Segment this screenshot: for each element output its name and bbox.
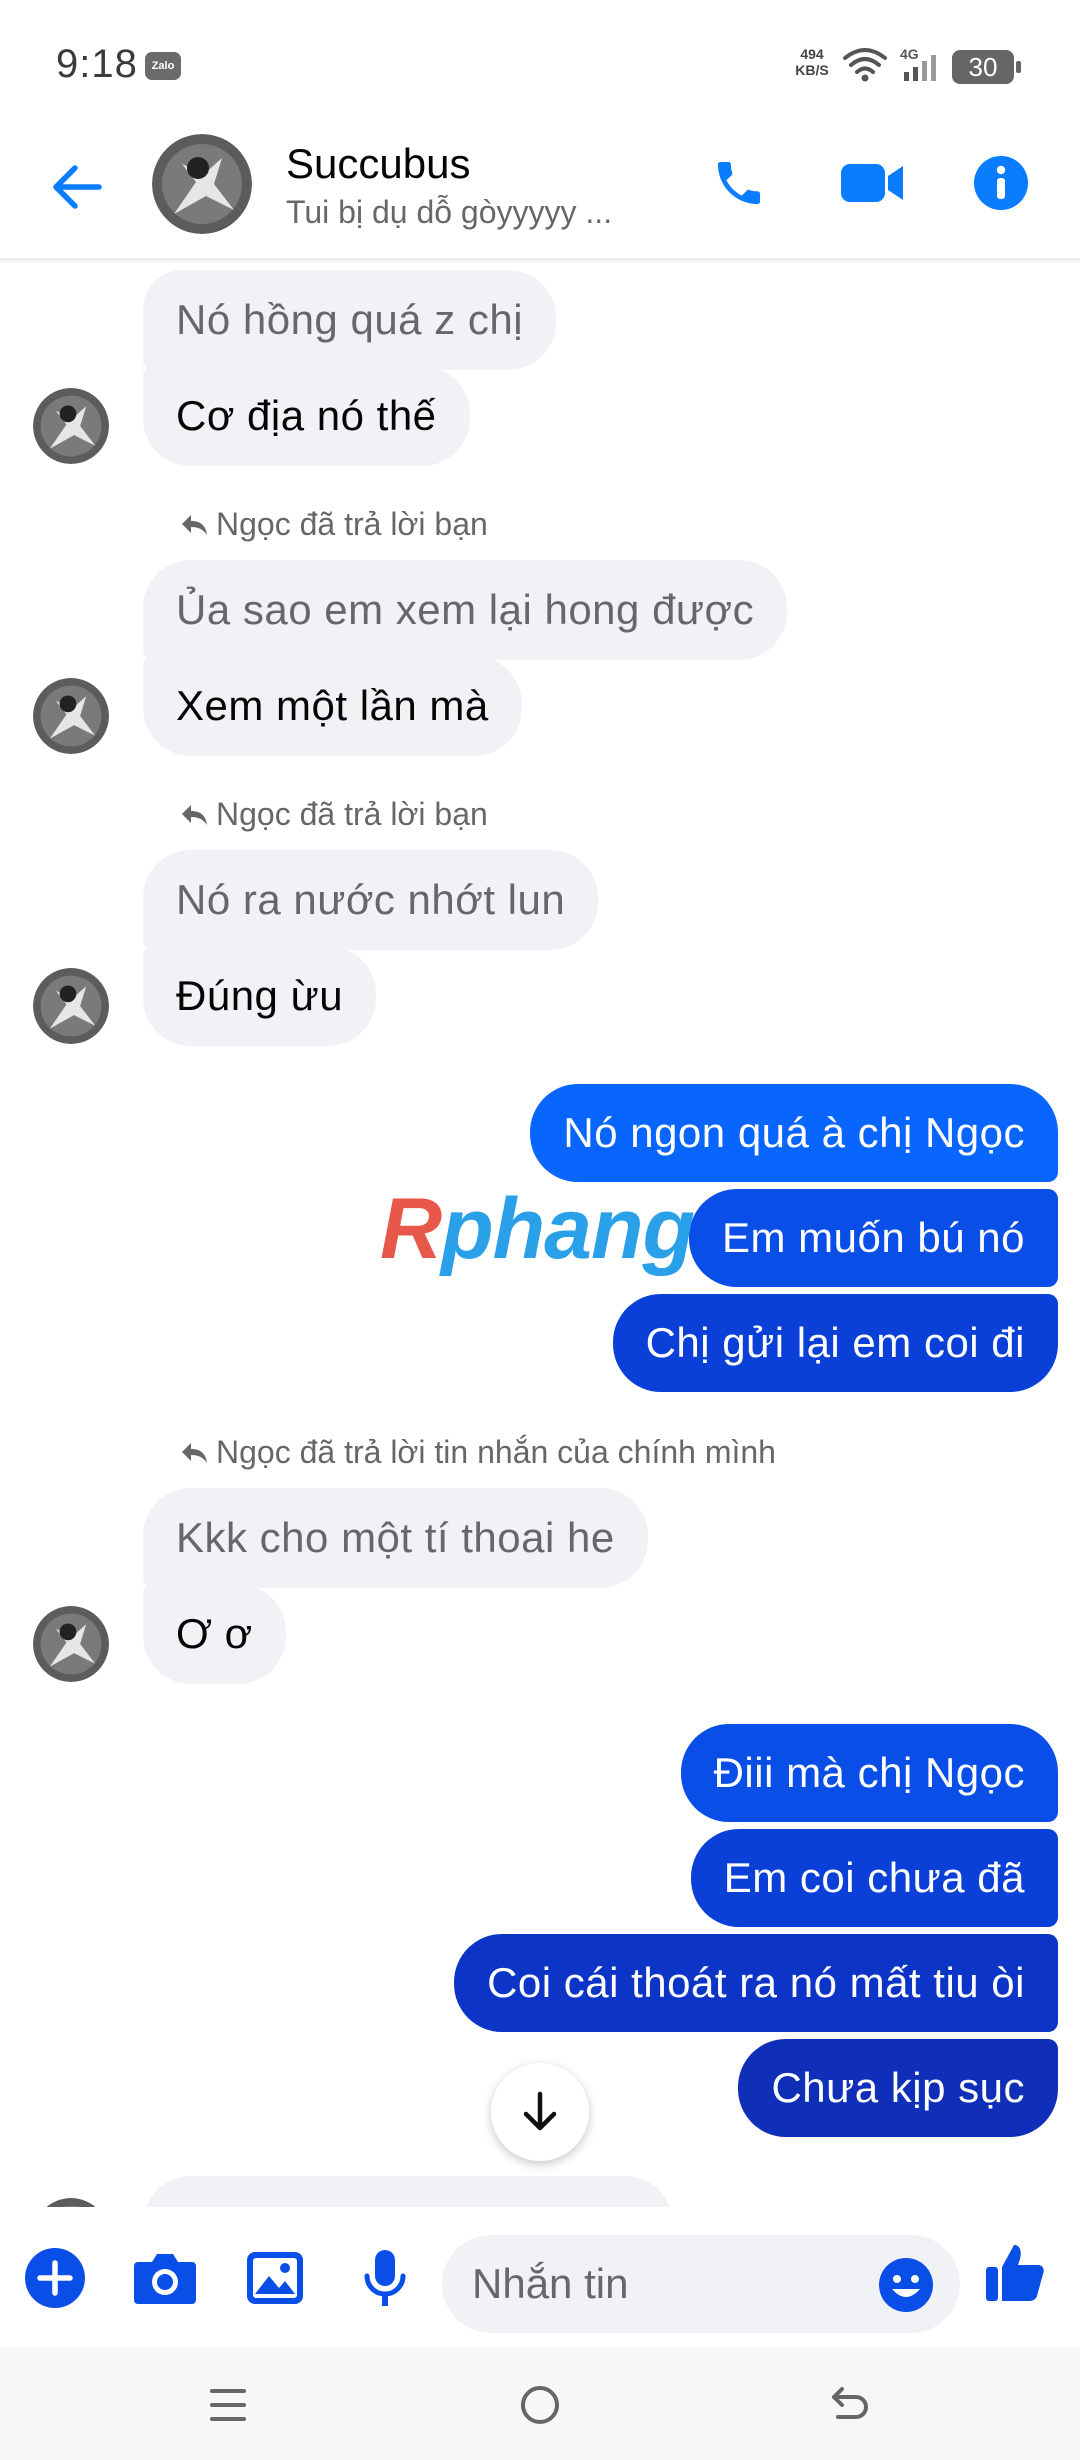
phone-icon bbox=[718, 162, 760, 204]
received-message[interactable]: Xem một lần mà bbox=[143, 656, 522, 756]
sender-avatar[interactable] bbox=[33, 388, 109, 464]
camera-button[interactable] bbox=[132, 2245, 198, 2311]
avatar-image bbox=[46, 2198, 96, 2207]
quoted-message[interactable]: Ủa sao em xem lại hong được bbox=[143, 560, 788, 660]
reply-note-text: Ngọc đã trả lời tin nhắn của chính mình bbox=[216, 1434, 776, 1470]
conversation-header: Succubus Tui bị dụ dỗ gòyyyyy ... bbox=[0, 130, 1080, 260]
system-back-button[interactable] bbox=[820, 2375, 880, 2435]
received-message[interactable]: Ơ ơ bbox=[143, 1584, 286, 1684]
image-icon bbox=[247, 2252, 303, 2304]
network-speed: 494 KB/S bbox=[790, 46, 834, 78]
video-call-button[interactable] bbox=[834, 150, 910, 216]
reply-note-text: Ngọc đã trả lời bạn bbox=[216, 796, 488, 832]
zalo-notification-icon: Zalo bbox=[145, 52, 181, 80]
arrow-down-icon bbox=[523, 2091, 557, 2131]
sent-message[interactable]: Coi cái thoát ra nó mất tiu òi bbox=[454, 1934, 1058, 2032]
smiley-icon bbox=[879, 2258, 933, 2312]
sent-message[interactable]: Em muốn bú nó bbox=[688, 1189, 1058, 1287]
sender-avatar[interactable] bbox=[33, 2198, 109, 2207]
system-navigation-bar bbox=[0, 2347, 1080, 2460]
sent-message[interactable]: Em coi chưa đã bbox=[690, 1829, 1058, 1927]
info-icon bbox=[974, 156, 1028, 210]
home-button[interactable] bbox=[510, 2375, 570, 2435]
more-actions-button[interactable] bbox=[22, 2245, 88, 2311]
sender-avatar[interactable] bbox=[33, 968, 109, 1044]
plus-circle-icon bbox=[25, 2248, 85, 2308]
message-composer bbox=[0, 2207, 1080, 2347]
avatar-image bbox=[33, 968, 109, 1044]
arrow-left-icon bbox=[53, 165, 102, 209]
conversation-info-button[interactable] bbox=[968, 150, 1034, 216]
sender-avatar[interactable] bbox=[33, 678, 109, 754]
reply-arrow-icon bbox=[182, 1442, 207, 1463]
sent-message[interactable]: Chị gửi lại em coi đi bbox=[612, 1294, 1058, 1392]
sent-message[interactable]: Nó ngon quá à chị Ngọc bbox=[530, 1084, 1058, 1182]
quoted-message[interactable]: Nó hồng quá z chị bbox=[143, 270, 557, 370]
contact-avatar[interactable] bbox=[152, 134, 252, 234]
thumbs-up-icon bbox=[986, 2245, 1044, 2301]
microphone-icon bbox=[364, 2250, 406, 2306]
reply-arrow-icon bbox=[182, 514, 207, 535]
network-speed-value: 494 bbox=[800, 46, 824, 62]
emoji-button[interactable] bbox=[878, 2257, 934, 2313]
reply-note-text: Ngọc đã trả lời bạn bbox=[216, 506, 488, 542]
home-circle-icon bbox=[521, 2386, 559, 2424]
watermark: Rphang bbox=[380, 1181, 695, 1277]
wifi-icon bbox=[843, 48, 887, 82]
battery-level: 30 bbox=[952, 50, 1014, 84]
reply-note: Ngọc đã trả lời bạn bbox=[180, 506, 488, 543]
reply-note: Ngọc đã trả lời tin nhắn của chính mình bbox=[180, 1434, 776, 1471]
received-message-partial[interactable] bbox=[143, 2176, 673, 2207]
voice-message-button[interactable] bbox=[352, 2245, 418, 2311]
menu-lines-icon bbox=[210, 2389, 246, 2421]
avatar-image bbox=[33, 388, 109, 464]
sender-avatar[interactable] bbox=[33, 1606, 109, 1682]
reply-arrow-icon bbox=[182, 804, 207, 825]
received-message[interactable]: Cơ địa nó thế bbox=[143, 366, 470, 466]
like-button[interactable] bbox=[980, 2237, 1050, 2307]
battery-icon: 30 bbox=[952, 50, 1022, 84]
contact-name[interactable]: Succubus bbox=[286, 140, 470, 188]
back-arrow-icon bbox=[832, 2387, 868, 2419]
network-speed-unit: KB/S bbox=[795, 62, 829, 78]
network-type: 4G bbox=[900, 46, 919, 62]
contact-status: Tui bị dụ dỗ gòyyyyy ... bbox=[286, 194, 613, 230]
message-box bbox=[442, 2235, 960, 2333]
scroll-to-bottom-button[interactable] bbox=[491, 2063, 589, 2161]
quoted-message[interactable]: Nó ra nước nhớt lun bbox=[143, 850, 599, 950]
status-time: 9:18 bbox=[56, 42, 138, 86]
quoted-message[interactable]: Kkk cho một tí thoai he bbox=[143, 1488, 648, 1588]
message-input[interactable] bbox=[472, 2235, 852, 2333]
recent-apps-button[interactable] bbox=[198, 2375, 258, 2435]
back-button[interactable] bbox=[44, 154, 110, 220]
received-message[interactable]: Đúng ừu bbox=[143, 946, 377, 1046]
cell-signal-icon: 4G bbox=[900, 46, 936, 81]
gallery-button[interactable] bbox=[242, 2245, 308, 2311]
sent-message[interactable]: Chưa kịp sục bbox=[738, 2039, 1058, 2137]
status-bar: 9:18 Zalo 494 KB/S 4G 30 bbox=[0, 0, 1080, 130]
camera-icon bbox=[134, 2254, 196, 2304]
sent-message[interactable]: Điii mà chị Ngọc bbox=[680, 1724, 1058, 1822]
video-camera-icon bbox=[841, 164, 903, 202]
avatar-image bbox=[33, 1606, 109, 1682]
avatar-image bbox=[152, 134, 252, 234]
voice-call-button[interactable] bbox=[706, 150, 772, 216]
reply-note: Ngọc đã trả lời bạn bbox=[180, 796, 488, 833]
avatar-image bbox=[33, 678, 109, 754]
